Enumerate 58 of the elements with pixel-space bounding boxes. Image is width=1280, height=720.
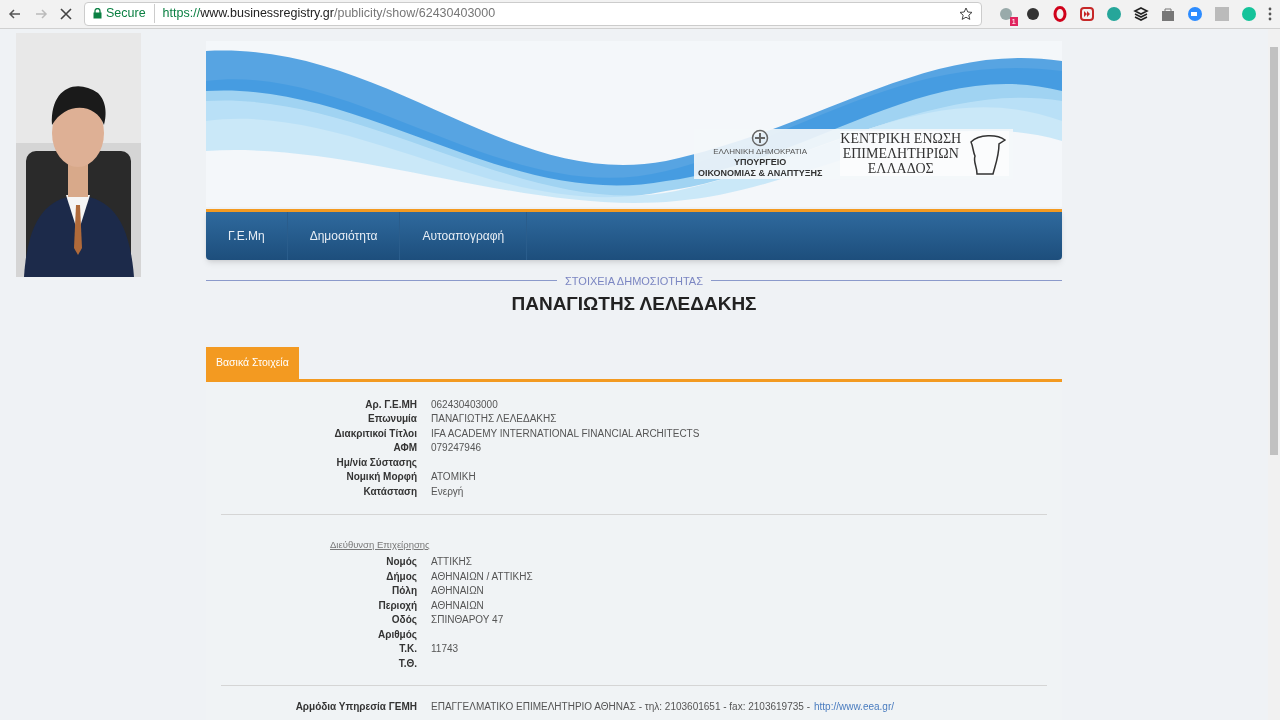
menu-icon[interactable] [1268, 6, 1272, 21]
field-value: IFA ACADEMY INTERNATIONAL FINANCIAL ARCHITECTS [431, 426, 700, 441]
field-value: 062430403000 [431, 397, 498, 412]
field-value: 11743 [431, 642, 459, 656]
field-value: ΑΤΤΙΚΗΣ [431, 555, 472, 569]
section-link[interactable]: Διεύθυνση Επιχείρησης [330, 539, 430, 550]
field-value: ΑΘΗΝΑΙΩΝ [431, 598, 484, 613]
nav-item[interactable]: Δημοσιότητα [287, 211, 401, 260]
field-value: 079247946 [431, 441, 482, 455]
field-label: Ημ/νία Σύστασης [335, 455, 418, 470]
lock-icon [93, 8, 102, 20]
website-link[interactable]: http://www.eea.gr/ [809, 700, 894, 714]
field-value: ΕΠΑΓΓΕΛΜΑΤΙΚΟ ΕΠΙΜΕΛΗΤΗΡΙΟ ΑΘΗΝΑΣ - τηλ: 2103601651 - fax: 2103619735 - [431, 700, 810, 714]
address-bar[interactable]: Secure https://www.businessregistry.gr/publicity/show/62430403000 [84, 1, 982, 26]
field-label: Τ.Θ. [397, 656, 418, 671]
field-label: Πόλη [391, 584, 418, 598]
field-value: Ενεργή [431, 484, 464, 499]
back-icon[interactable] [8, 6, 22, 21]
extension-icon[interactable] [1106, 5, 1122, 22]
nav-item[interactable]: Γ.Ε.Μη [206, 211, 288, 260]
field-value: ΑΤΟΜΙΚΗ [431, 470, 476, 484]
section-heading: ΣΤΟΙΧΕΙΑ ΔΗΜΟΣΙΟΤΗΤΑΣ [565, 273, 703, 289]
field-value: ΑΘΗΝΑΙΩΝ / ΑΤΤΙΚΗΣ [431, 569, 533, 584]
url-text: https://www.businessregistry.gr/publicity/show/62430403000 [161, 5, 496, 23]
bookmark-star-icon[interactable] [959, 6, 973, 21]
field-label: Αριθμός [376, 627, 418, 642]
field-label: Οδός [390, 613, 418, 627]
emblem-icon [751, 128, 770, 147]
field-label: Διακριτικοί Τίτλοι [333, 426, 418, 441]
field-label: Επωνυμία [367, 412, 418, 426]
chamber-text: ΕΠΙΜΕΛΗΤΗΡΙΩΝ [842, 146, 959, 161]
field-label: Νομική Μορφή [345, 470, 418, 484]
field-label: Αρμόδια Υπηρεσία ΓΕΜΗ [294, 700, 418, 714]
ministry-text: ΟΙΚΟΝΟΜΙΑΣ & ΑΝΑΠΤΥΞΗΣ [698, 167, 823, 179]
ministry-text: ΥΠΟΥΡΓΕΙΟ [734, 156, 787, 168]
field-label: Τ.Κ. [398, 642, 418, 656]
layers-icon[interactable] [1133, 5, 1149, 22]
nav-item[interactable]: Αυτοαπογραφή [400, 211, 528, 260]
shopping-bag-icon[interactable] [1160, 5, 1176, 22]
field-label: ΑΦΜ [392, 441, 418, 455]
extension-icon[interactable] [998, 5, 1014, 22]
field-value: ΑΘΗΝΑΙΩΝ [431, 584, 484, 598]
field-label: Δήμος [385, 569, 418, 584]
stop-loading-icon[interactable] [60, 7, 72, 20]
field-value: ΣΠΙΝΘΑΡΟΥ 47 [431, 613, 504, 627]
ministry-text: ΕΛΛΗΝΙΚΗ ΔΗΜΟΚΡΑΤΙΑ [713, 146, 808, 157]
chamber-text: ΚΕΝΤΡΙΚΗ ΕΝΩΣΗ [840, 131, 962, 146]
field-label: Αρ. Γ.Ε.ΜΗ [364, 397, 418, 412]
extension-icon[interactable] [1079, 5, 1095, 22]
field-label: Νομός [385, 555, 418, 569]
field-value: ΠΑΝΑΓΙΩΤΗΣ ΛΕΛΕΔΑΚΗΣ [431, 412, 557, 426]
security-label: Secure [106, 4, 155, 24]
chamber-text: ΕΛΛΑΔΟΣ [867, 161, 934, 176]
field-label: Κατάσταση [362, 484, 418, 499]
notification-badge: 1 [1009, 16, 1018, 26]
video-camera-icon[interactable] [1187, 5, 1203, 22]
field-label: Περιοχή [377, 598, 418, 613]
entity-name: ΠΑΝΑΓΙΩΤΗΣ ΛΕΛΕΔΑΚΗΣ [510, 292, 758, 316]
